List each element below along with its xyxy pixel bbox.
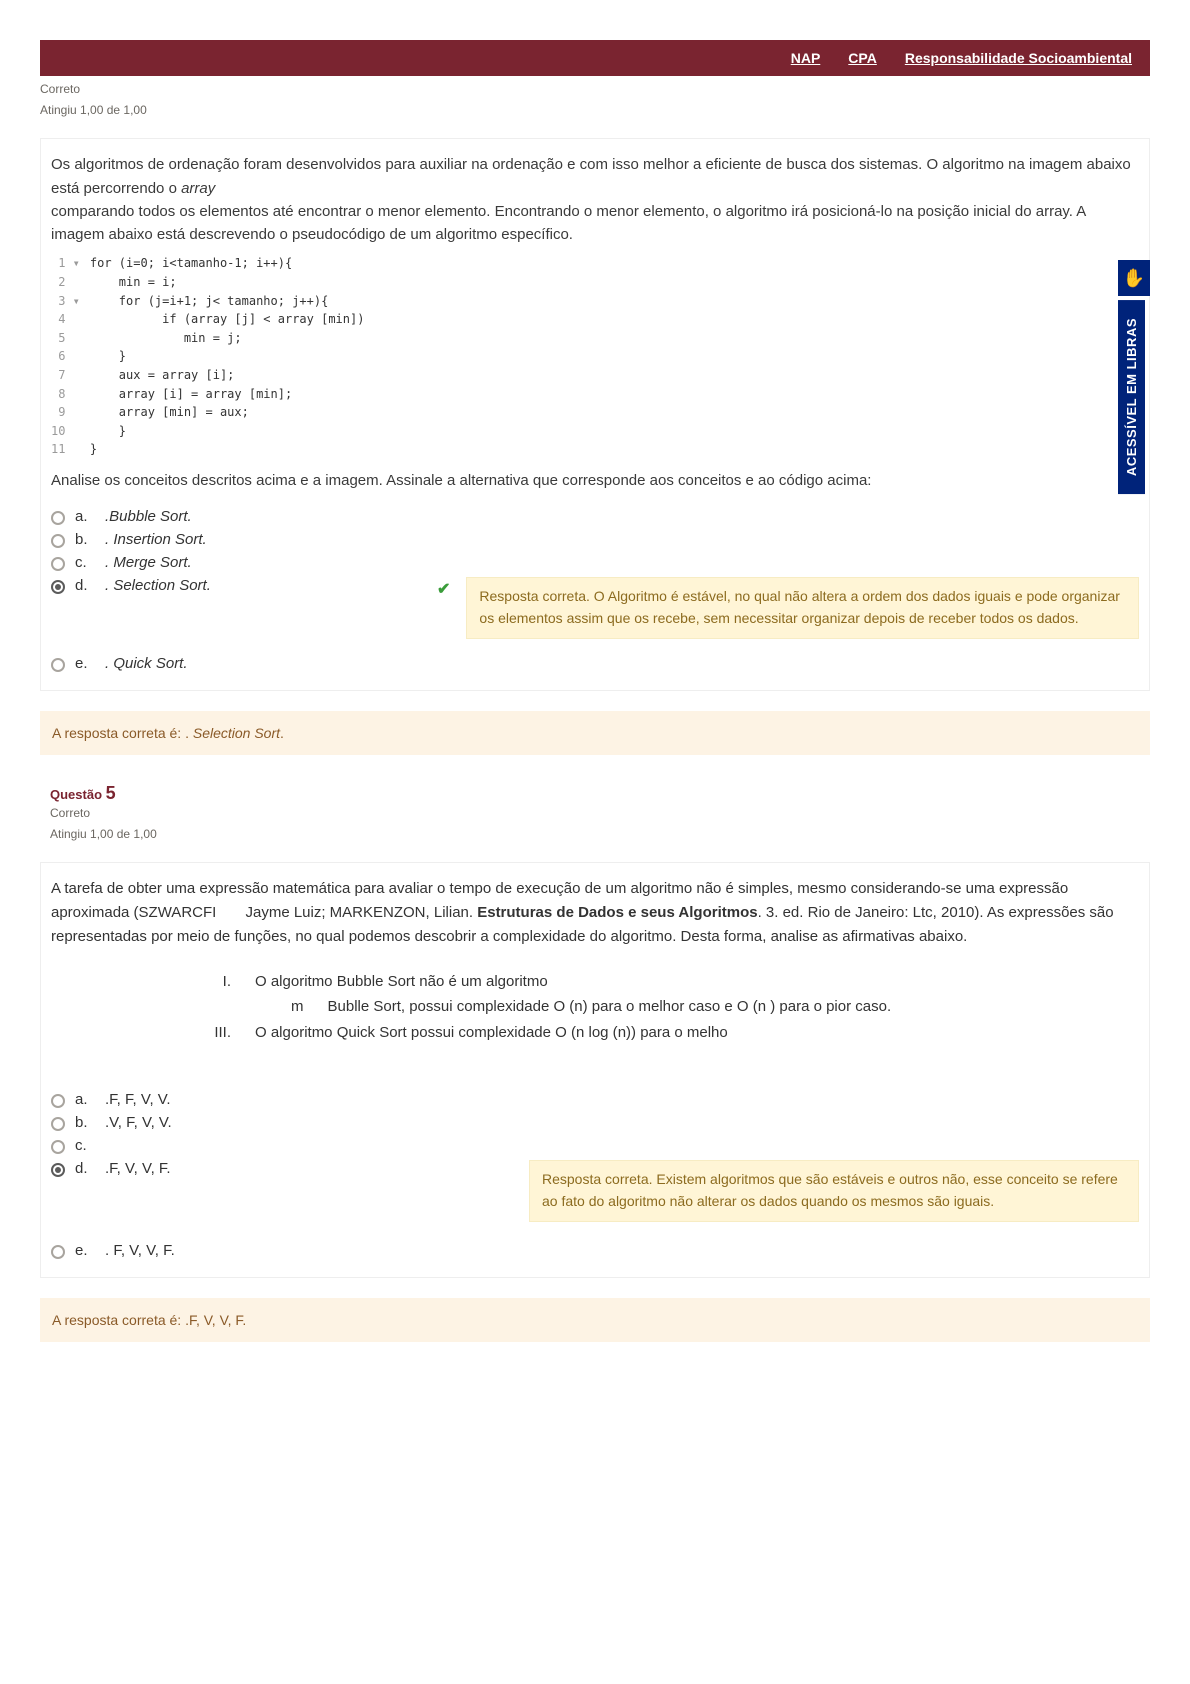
- q5-intro: A tarefa de obter uma expressão matemáti…: [51, 877, 1139, 949]
- radio-icon[interactable]: [51, 1245, 65, 1259]
- option-letter: b.: [75, 531, 95, 548]
- q5-tag-word: Questão: [50, 787, 106, 802]
- q5-option-a[interactable]: a. .F, F, V, V.: [51, 1091, 1139, 1108]
- q4-options: a. .Bubble Sort. b. . Insertion Sort. c.…: [51, 508, 1139, 671]
- q4-status-correct: Correto: [40, 80, 1150, 99]
- q5-options: a. .F, F, V, V. b. .V, F, V, V. c. d. .F…: [51, 1091, 1139, 1258]
- q5-status-correct: Correto: [50, 804, 1140, 823]
- afirm-rn-1: I.: [171, 969, 231, 995]
- option-text: .Bubble Sort.: [105, 508, 192, 525]
- option-letter: a.: [75, 508, 95, 525]
- question-5-block: A tarefa de obter uma expressão matemáti…: [40, 862, 1150, 1278]
- q5-option-b[interactable]: b. .V, F, V, V.: [51, 1114, 1139, 1131]
- q4-code: 1 ▾ 2 3 ▾ 4 5 6 7 8 9 10 11 for (i=0; i<…: [51, 254, 1139, 459]
- radio-icon[interactable]: [51, 580, 65, 594]
- topbar-link-nap[interactable]: NAP: [791, 50, 821, 66]
- q5-feedback: Resposta correta. Existem algoritmos que…: [529, 1160, 1139, 1221]
- option-text: . F, V, V, F.: [105, 1242, 175, 1259]
- radio-icon[interactable]: [51, 1140, 65, 1154]
- answer-suffix: .: [280, 725, 284, 741]
- q5-status-score: Atingiu 1,00 de 1,00: [50, 825, 1140, 844]
- radio-icon[interactable]: [51, 658, 65, 672]
- hand-icon[interactable]: ✋: [1118, 260, 1150, 296]
- libras-tab-label[interactable]: ACESSÍVEL EM LIBRAS: [1118, 300, 1145, 494]
- code-content: for (i=0; i<tamanho-1; i++){ min = i; fo…: [90, 254, 365, 459]
- q4-option-a[interactable]: a. .Bubble Sort.: [51, 508, 1139, 525]
- topbar-link-resp[interactable]: Responsabilidade Socioambiental: [905, 50, 1132, 66]
- option-letter: e.: [75, 1242, 95, 1259]
- q4-prompt: Analise os conceitos descritos acima e a…: [51, 469, 1139, 492]
- q5-number: 5: [106, 783, 116, 803]
- q4-feedback: Resposta correta. O Algoritmo é estável,…: [466, 577, 1139, 638]
- option-text: . Quick Sort.: [105, 655, 188, 672]
- q5-correct-answer: A resposta correta é: .F, V, V, F.: [40, 1298, 1150, 1342]
- afirm-txt-1: O algoritmo Bubble Sort não é um algorit…: [255, 969, 1139, 995]
- q4-option-b[interactable]: b. . Insertion Sort.: [51, 531, 1139, 548]
- option-letter: d.: [75, 577, 95, 594]
- q4-status-score: Atingiu 1,00 de 1,00: [40, 101, 1150, 120]
- option-text: . Merge Sort.: [105, 554, 192, 571]
- q4-intro: Os algoritmos de ordenação foram desenvo…: [51, 153, 1139, 200]
- q4-correct-answer: A resposta correta é: . Selection Sort.: [40, 711, 1150, 755]
- topbar: NAP CPA Responsabilidade Socioambiental: [40, 40, 1150, 76]
- check-icon: ✔: [437, 579, 450, 599]
- radio-icon[interactable]: [51, 557, 65, 571]
- radio-icon[interactable]: [51, 1163, 65, 1177]
- option-text: .V, F, V, V.: [105, 1114, 172, 1131]
- radio-icon[interactable]: [51, 1117, 65, 1131]
- q4-intro-2: comparando todos os elementos até encont…: [51, 200, 1139, 247]
- q4-option-e[interactable]: e. . Quick Sort.: [51, 655, 1139, 672]
- code-line-numbers: 1 ▾ 2 3 ▾ 4 5 6 7 8 9 10 11: [51, 254, 90, 459]
- q4-option-c[interactable]: c. . Merge Sort.: [51, 554, 1139, 571]
- q5-option-e[interactable]: e. . F, V, V, F.: [51, 1242, 1139, 1259]
- option-letter: d.: [75, 1160, 95, 1177]
- option-letter: c.: [75, 554, 95, 571]
- afirm-rn-2: m: [291, 994, 304, 1020]
- option-text: . Insertion Sort.: [105, 531, 207, 548]
- q5-afirmativas: I. O algoritmo Bubble Sort não é um algo…: [51, 969, 1139, 1046]
- q4-option-d[interactable]: d. . Selection Sort.: [51, 577, 391, 594]
- option-text: . Selection Sort.: [105, 577, 211, 594]
- question-4-block: Os algoritmos de ordenação foram desenvo…: [40, 138, 1150, 690]
- q5-option-d[interactable]: d. .F, V, V, F.: [51, 1160, 511, 1177]
- topbar-link-cpa[interactable]: CPA: [848, 50, 877, 66]
- q5-option-c[interactable]: c.: [51, 1137, 1139, 1154]
- q5-tag: Questão 5: [50, 787, 116, 802]
- radio-icon[interactable]: [51, 511, 65, 525]
- afirm-rn-3: III.: [171, 1020, 231, 1046]
- radio-icon[interactable]: [51, 534, 65, 548]
- afirm-txt-2: Bublle Sort, possui complexidade O (n) p…: [328, 994, 1140, 1020]
- afirm-txt-3: O algoritmo Quick Sort possui complexida…: [255, 1020, 1139, 1046]
- q5-header: Questão 5 Correto Atingiu 1,00 de 1,00: [40, 777, 1150, 844]
- libras-widget[interactable]: ✋ ACESSÍVEL EM LIBRAS: [1118, 260, 1150, 494]
- option-text: .F, V, V, F.: [105, 1160, 171, 1177]
- option-letter: c.: [75, 1137, 95, 1154]
- answer-prefix: A resposta correta é: .: [52, 725, 193, 741]
- option-letter: a.: [75, 1091, 95, 1108]
- answer-value: Selection Sort: [193, 725, 280, 741]
- radio-icon[interactable]: [51, 1094, 65, 1108]
- option-text: .F, F, V, V.: [105, 1091, 171, 1108]
- q4-intro-ital: array: [181, 180, 215, 197]
- option-letter: b.: [75, 1114, 95, 1131]
- option-letter: e.: [75, 655, 95, 672]
